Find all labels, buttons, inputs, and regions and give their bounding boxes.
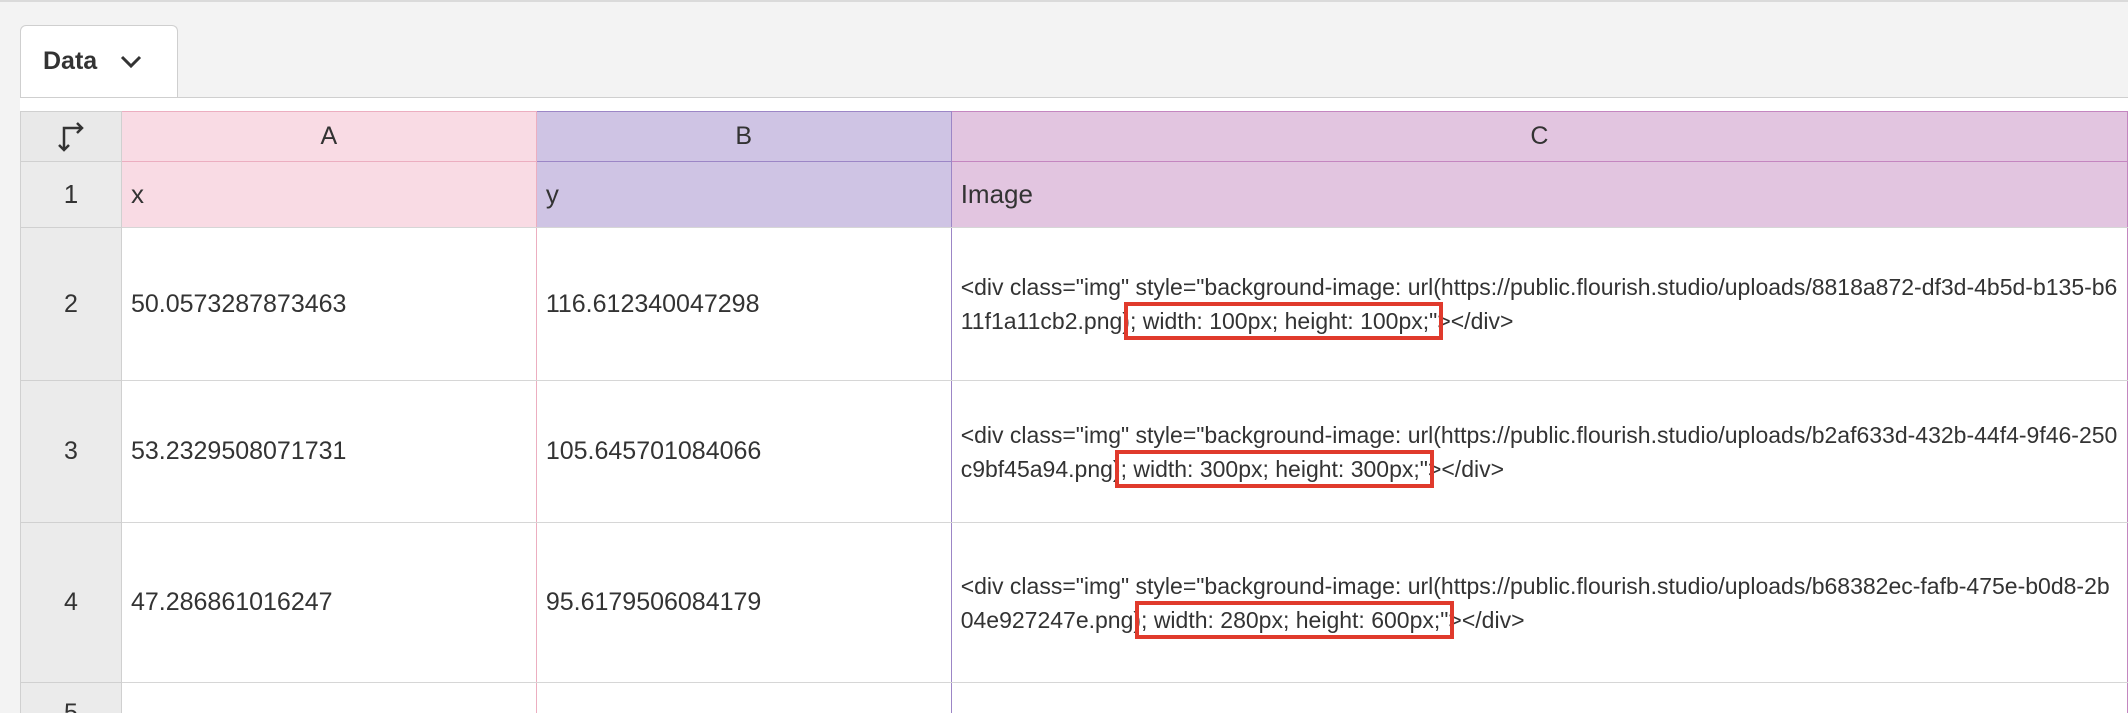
data-tab-label: Data: [43, 47, 97, 76]
cell-text: <div class="img" style="background-image…: [961, 573, 2110, 633]
column-header-b[interactable]: B: [536, 112, 951, 162]
data-cell-y[interactable]: 116.612340047298: [536, 228, 951, 381]
table-row: 4 47.286861016247 95.6179506084179 <div …: [21, 523, 2128, 683]
chevron-down-icon[interactable]: [119, 54, 143, 70]
table-row: 3 53.2329508071731 105.645701084066 <div…: [21, 381, 2128, 523]
row-number[interactable]: 5: [21, 683, 122, 713]
row-number[interactable]: 3: [21, 381, 122, 523]
data-cell-y[interactable]: 95.6179506084179: [536, 523, 951, 683]
highlight-box: ; width: 280px; height: 600px;": [1141, 607, 1448, 633]
transpose-icon: [56, 122, 86, 152]
table-row: 5: [21, 683, 2128, 713]
column-header-c[interactable]: C: [951, 112, 2127, 162]
top-border: [0, 0, 2128, 2]
column-header-a[interactable]: A: [121, 112, 536, 162]
row-number[interactable]: 2: [21, 228, 122, 381]
header-cell-y[interactable]: y: [536, 162, 951, 228]
header-cell-x[interactable]: x: [121, 162, 536, 228]
data-table: A B C 1 x y Image 2 50.0573287873463 116…: [20, 111, 2128, 713]
data-cell-image[interactable]: <div class="img" style="background-image…: [951, 228, 2127, 381]
highlight-box: ; width: 300px; height: 300px;": [1121, 456, 1428, 482]
spreadsheet: A B C 1 x y Image 2 50.0573287873463 116…: [20, 97, 2128, 713]
transpose-button[interactable]: [21, 112, 122, 162]
data-cell-x[interactable]: [121, 683, 536, 713]
column-header-row: A B C: [21, 112, 2128, 162]
table-row: 1 x y Image: [21, 162, 2128, 228]
data-cell-y[interactable]: 105.645701084066: [536, 381, 951, 523]
data-cell-y[interactable]: [536, 683, 951, 713]
highlight-box: ; width: 100px; height: 100px;": [1130, 308, 1437, 334]
data-cell-image[interactable]: <div class="img" style="background-image…: [951, 381, 2127, 523]
table-row: 2 50.0573287873463 116.612340047298 <div…: [21, 228, 2128, 381]
header-cell-image[interactable]: Image: [951, 162, 2127, 228]
data-cell-x[interactable]: 50.0573287873463: [121, 228, 536, 381]
row-number[interactable]: 4: [21, 523, 122, 683]
data-tab[interactable]: Data: [20, 25, 178, 97]
cell-text: ></div>: [1437, 308, 1513, 334]
data-cell-image[interactable]: [951, 683, 2127, 713]
cell-text: ></div>: [1448, 607, 1524, 633]
data-cell-image[interactable]: <div class="img" style="background-image…: [951, 523, 2127, 683]
cell-text: ></div>: [1428, 456, 1504, 482]
data-cell-x[interactable]: 53.2329508071731: [121, 381, 536, 523]
data-cell-x[interactable]: 47.286861016247: [121, 523, 536, 683]
row-number[interactable]: 1: [21, 162, 122, 228]
